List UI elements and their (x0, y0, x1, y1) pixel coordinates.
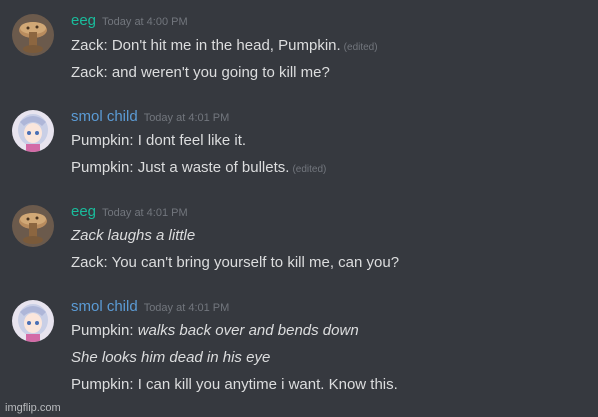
username[interactable]: smol child (71, 298, 138, 315)
message-header: smol child Today at 4:01 PM (71, 298, 229, 316)
anime-girl-avatar-icon[interactable] (12, 110, 54, 152)
timestamp: Today at 4:00 PM (102, 16, 188, 28)
cookie-avatar-icon[interactable] (12, 205, 54, 247)
message-text: Zack: and weren't you going to kill me? (71, 64, 330, 81)
message-header: eeg Today at 4:01 PM (71, 203, 188, 221)
timestamp: Today at 4:01 PM (143, 112, 230, 124)
message-header: eeg Today at 4:00 PM (71, 12, 188, 30)
message-text: Zack: You can't bring yourself to kill m… (71, 254, 400, 271)
message-text: Pumpkin: Just a waste of bullets. (71, 159, 290, 176)
message-line: Zack: Don't hit me in the head, Pumpkin.… (71, 37, 378, 54)
message-line: Zack: and weren't you going to kill me? (71, 64, 330, 81)
message-line: Pumpkin: I dont feel like it. (71, 132, 246, 149)
username[interactable]: eeg (71, 12, 96, 29)
message-text: Pumpkin: I dont feel like it. (71, 132, 247, 149)
message-prefix: Pumpkin: (71, 322, 138, 339)
message-text: Pumpkin: I can kill you anytime i want. … (71, 376, 398, 393)
message-line: Pumpkin: walks back over and bends down (71, 322, 359, 339)
edited-label: (edited) (292, 164, 327, 175)
chat-messages: eeg Today at 4:00 PM Zack: Don't hit me i… (0, 0, 598, 417)
message-header: smol child Today at 4:01 PM (71, 108, 229, 126)
username[interactable]: smol child (71, 108, 138, 125)
timestamp: Today at 4:01 PM (102, 207, 188, 219)
message-line: Pumpkin: Just a waste of bullets. (edited… (71, 159, 326, 176)
timestamp: Today at 4:01 PM (143, 302, 230, 314)
message-line: Pumpkin: I can kill you anytime i want. … (71, 376, 398, 393)
anime-girl-avatar-icon[interactable] (12, 300, 54, 342)
message-line: Zack: You can't bring yourself to kill m… (71, 254, 399, 271)
message-line: She looks him dead in his eye (71, 349, 270, 366)
cookie-avatar-icon[interactable] (12, 14, 54, 56)
message-line: Zack laughs a little (71, 227, 195, 244)
message-text: walks back over and bends down (137, 322, 359, 339)
message-text: Zack: Don't hit me in the head, Pumpkin. (71, 37, 341, 54)
edited-label: (edited) (343, 42, 378, 53)
watermark: imgflip.com (5, 402, 61, 414)
message-text: She looks him dead in his eye (71, 349, 271, 366)
username[interactable]: eeg (71, 203, 96, 220)
message-text: Zack laughs a little (71, 227, 196, 244)
